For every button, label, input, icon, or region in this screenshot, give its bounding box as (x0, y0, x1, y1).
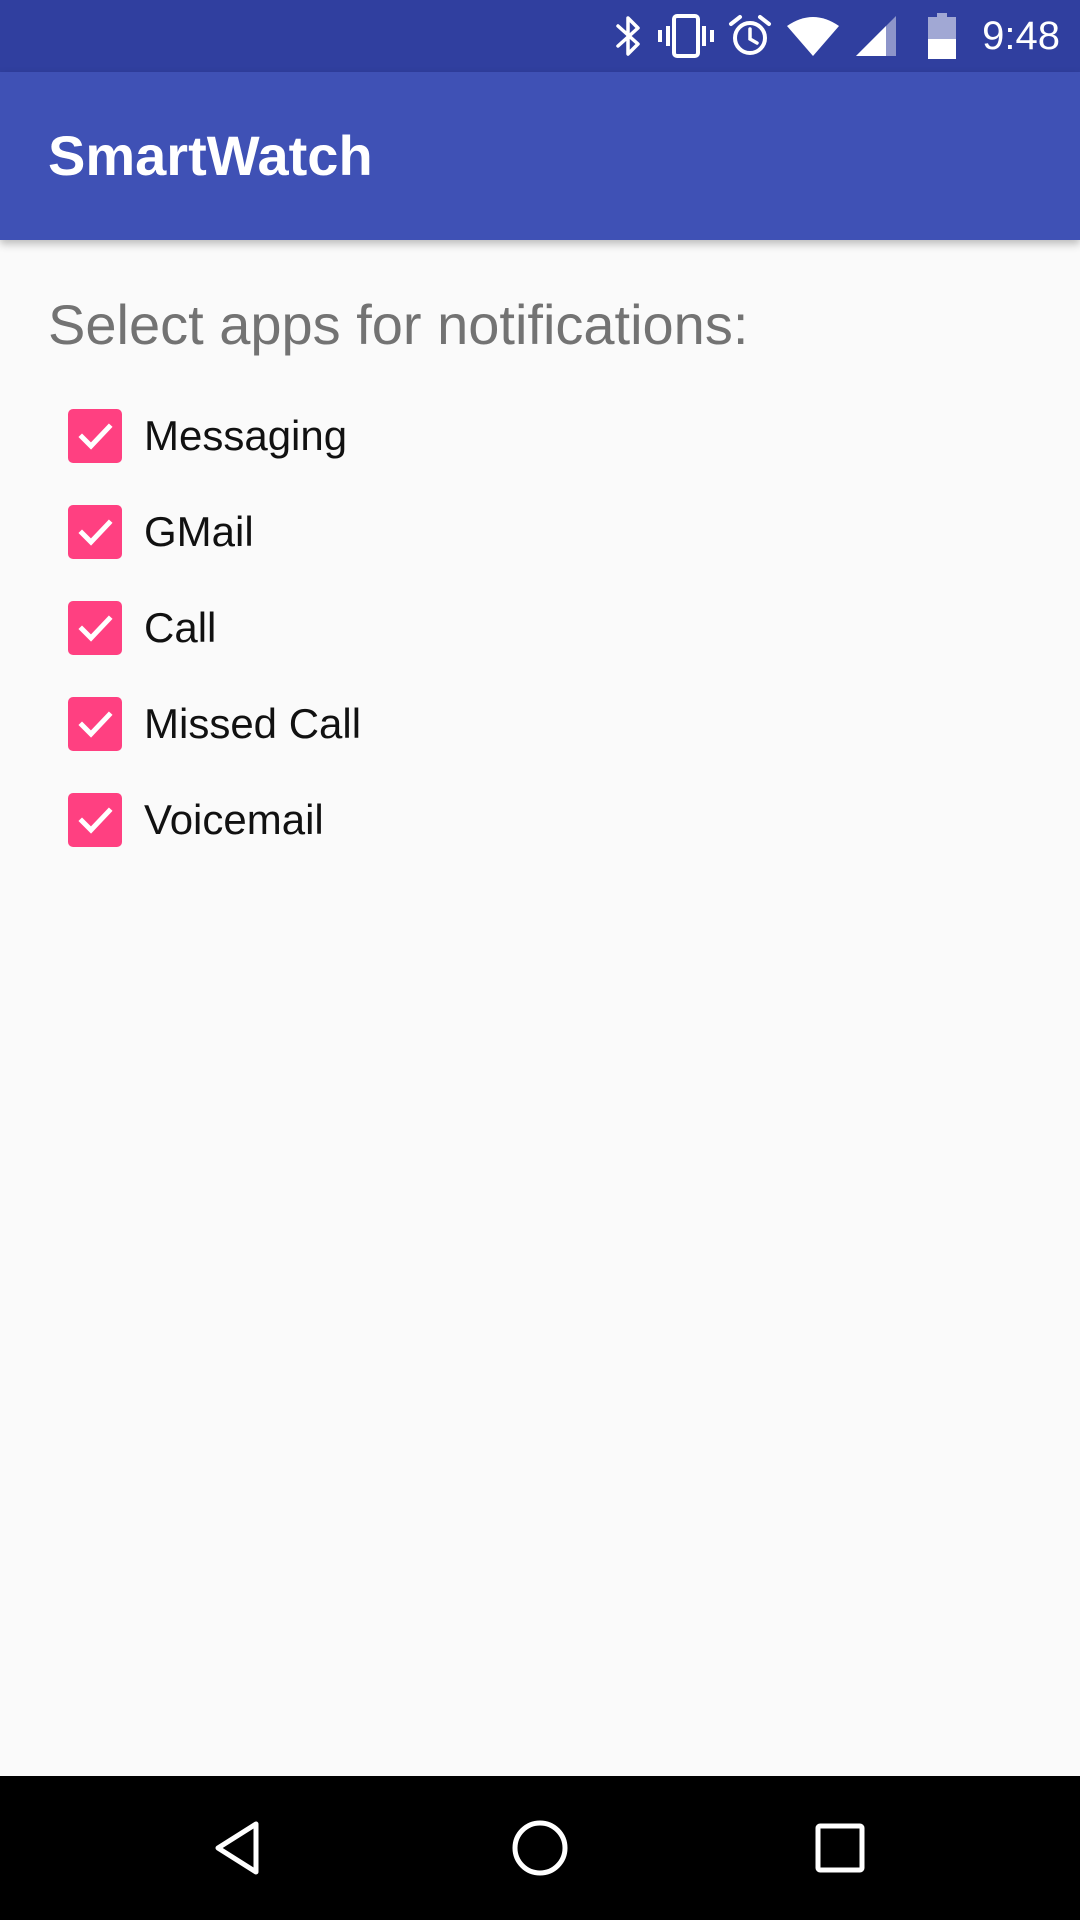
status-time: 9:48 (982, 13, 1060, 58)
missed-call-checkbox[interactable] (68, 697, 122, 751)
app-title: SmartWatch (48, 124, 373, 187)
option-label: Missed Call (144, 700, 362, 747)
messaging-checkbox[interactable] (68, 409, 122, 463)
status-icons: 9:48 (600, 0, 1060, 72)
battery-icon (928, 0, 957, 72)
option-missed-call[interactable]: Missed Call (68, 676, 361, 772)
app-options-list: Messaging GMail Call Missed Call Voicema… (68, 388, 361, 868)
home-icon (512, 1820, 568, 1876)
option-label: Call (144, 604, 217, 651)
check-icon (78, 519, 113, 546)
navigation-bar (0, 1776, 1080, 1920)
check-icon (78, 807, 113, 834)
wifi-icon (786, 0, 840, 72)
alarm-icon (728, 0, 772, 72)
recents-button[interactable] (770, 1776, 910, 1920)
status-bar: 9:48 (0, 0, 1080, 72)
gmail-checkbox[interactable] (68, 505, 122, 559)
app-bar: SmartWatch (0, 72, 1080, 240)
main-content: Select apps for notifications: Messaging… (0, 240, 1080, 1776)
screen: 9:48 SmartWatch Select apps for notifica… (0, 0, 1080, 1920)
option-label: Messaging (144, 412, 348, 459)
option-label: Voicemail (144, 796, 324, 843)
check-icon (78, 423, 113, 450)
vibrate-icon (658, 0, 715, 72)
back-icon (215, 1821, 259, 1875)
option-gmail[interactable]: GMail (68, 484, 361, 580)
cell-signal-icon (854, 0, 898, 72)
recents-icon (815, 1823, 865, 1873)
voicemail-checkbox[interactable] (68, 793, 122, 847)
check-icon (78, 711, 113, 738)
back-button[interactable] (170, 1776, 310, 1920)
bluetooth-icon (614, 0, 644, 72)
check-icon (78, 615, 113, 642)
option-call[interactable]: Call (68, 580, 361, 676)
call-checkbox[interactable] (68, 601, 122, 655)
option-messaging[interactable]: Messaging (68, 388, 361, 484)
option-voicemail[interactable]: Voicemail (68, 772, 361, 868)
home-button[interactable] (470, 1776, 610, 1920)
notifications-prompt: Select apps for notifications: (48, 293, 749, 356)
option-label: GMail (144, 508, 254, 555)
